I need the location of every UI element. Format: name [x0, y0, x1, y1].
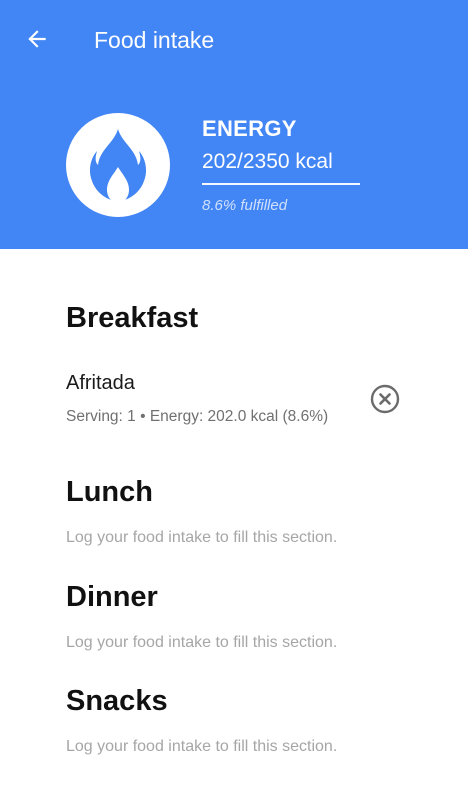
energy-underline: [202, 183, 360, 185]
energy-fulfilled-text: 8.6% fulfilled: [202, 197, 288, 214]
food-item-detail: Serving: 1 • Energy: 202.0 kcal (8.6%): [66, 408, 329, 425]
energy-value: 202/2350 kcal: [202, 150, 333, 173]
energy-summary-panel: ENERGY 202/2350 kcal 8.6% fulfilled: [0, 78, 468, 249]
flame-icon: [66, 113, 170, 217]
remove-food-button[interactable]: [370, 384, 400, 414]
app-bar: Food intake: [0, 0, 468, 78]
arrow-back-icon: [28, 30, 46, 48]
food-item-name: Afritada: [66, 372, 135, 394]
dinner-empty-hint: Log your food intake to fill this sectio…: [66, 634, 338, 651]
energy-label: ENERGY: [202, 116, 297, 141]
back-button[interactable]: [22, 24, 52, 54]
section-title-dinner: Dinner: [66, 581, 158, 613]
section-title-snacks: Snacks: [66, 685, 168, 717]
remove-circle-icon: [370, 384, 400, 414]
page-title: Food intake: [94, 27, 215, 53]
snacks-empty-hint: Log your food intake to fill this sectio…: [66, 738, 338, 755]
section-title-lunch: Lunch: [66, 476, 153, 508]
section-title-breakfast: Breakfast: [66, 302, 199, 334]
lunch-empty-hint: Log your food intake to fill this sectio…: [66, 529, 338, 546]
